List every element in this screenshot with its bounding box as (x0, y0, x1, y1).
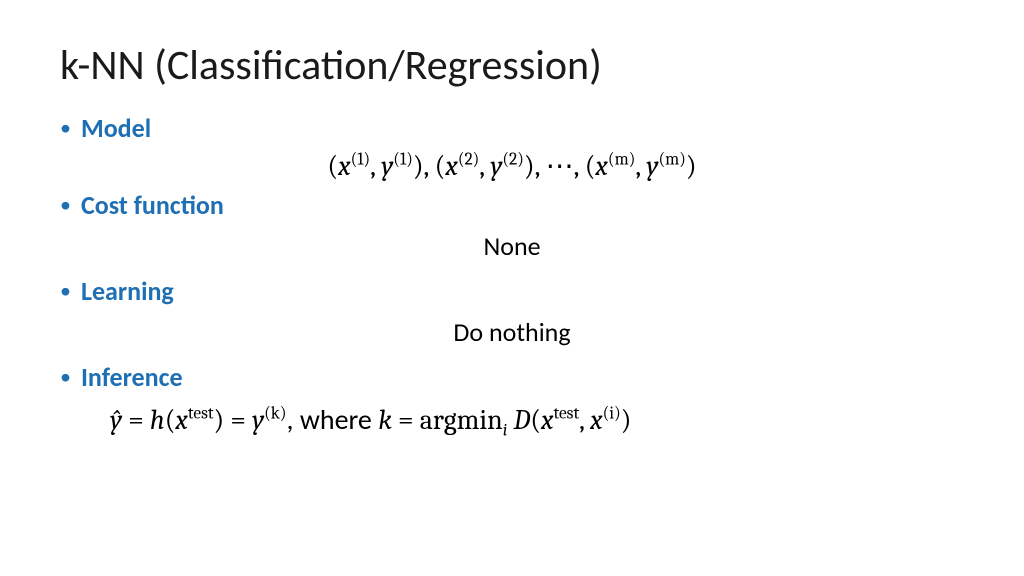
bullet-label: Inference (81, 362, 183, 392)
bullet-label: Learning (81, 276, 174, 306)
slide-title: k-NN (Classification/Regression) (60, 40, 964, 91)
bullet-icon: • (60, 190, 71, 220)
cost-value: None (60, 230, 964, 262)
bullet-label: Model (81, 113, 151, 143)
bullet-icon: • (60, 362, 71, 392)
bullet-inference: • Inference (60, 362, 964, 392)
learning-value: Do nothing (60, 316, 964, 348)
bullet-label: Cost function (81, 190, 224, 220)
bullet-learning: • Learning (60, 276, 964, 306)
inference-equation: ŷ = h(xtest) = y(k), where k = argmini D… (110, 402, 964, 437)
bullet-model: • Model (60, 113, 964, 143)
model-equation: (x(1), y(1)), (x(2), y(2)), ⋯, (x(m), y(… (60, 149, 964, 182)
bullet-cost: • Cost function (60, 190, 964, 220)
bullet-icon: • (60, 113, 71, 143)
bullet-icon: • (60, 276, 71, 306)
